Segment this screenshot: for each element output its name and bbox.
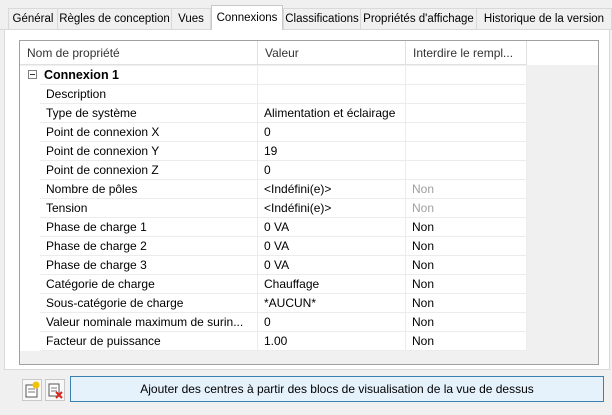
property-name: Phase de charge 3: [40, 256, 258, 275]
group-value-cell: [258, 66, 406, 85]
property-lock[interactable]: [406, 123, 527, 142]
property-lock[interactable]: Non: [406, 199, 527, 218]
property-name: Tension: [40, 199, 258, 218]
row-gutter: [20, 85, 40, 104]
group-gutter: [20, 66, 40, 85]
property-value[interactable]: Chauffage: [258, 275, 406, 294]
property-row[interactable]: Sous-catégorie de charge *AUCUN* Non: [20, 294, 527, 313]
property-row[interactable]: Catégorie de charge Chauffage Non: [20, 275, 527, 294]
property-lock[interactable]: Non: [406, 218, 527, 237]
tab-panel: Nom de propriété Valeur Interdire le rem…: [4, 30, 610, 370]
property-lock[interactable]: Non: [406, 237, 527, 256]
row-gutter: [20, 142, 40, 161]
property-value[interactable]: 0: [258, 313, 406, 332]
property-row[interactable]: Tension <Indéfini(e)> Non: [20, 199, 527, 218]
property-lock[interactable]: [406, 161, 527, 180]
add-connection-icon: [25, 381, 40, 398]
property-row[interactable]: Type de système Alimentation et éclairage: [20, 104, 527, 123]
property-value[interactable]: <Indéfini(e)>: [258, 199, 406, 218]
row-gutter: [20, 237, 40, 256]
property-name: Phase de charge 2: [40, 237, 258, 256]
tab-proprietes-affichage[interactable]: Propriétés d'affichage: [360, 8, 477, 29]
property-row[interactable]: Point de connexion Z0: [20, 161, 527, 180]
property-name: Description: [40, 85, 258, 104]
property-name: Catégorie de charge: [40, 275, 258, 294]
column-header-value[interactable]: Valeur: [258, 41, 406, 65]
add-centers-from-top-view-button[interactable]: Ajouter des centres à partir des blocs d…: [70, 376, 604, 402]
property-value[interactable]: 0: [258, 161, 406, 180]
property-name: Sous-catégorie de charge: [40, 294, 258, 313]
property-name: Type de système: [40, 104, 258, 123]
property-value[interactable]: <Indéfini(e)>: [258, 180, 406, 199]
property-value[interactable]: 0 VA: [258, 256, 406, 275]
tab-general[interactable]: Général: [8, 8, 58, 29]
group-row-connexion: Connexion 1: [20, 66, 527, 85]
property-row[interactable]: Nombre de pôles <Indéfini(e)> Non: [20, 180, 527, 199]
tab-vues[interactable]: Vues: [171, 8, 211, 29]
row-gutter: [20, 294, 40, 313]
property-name: Facteur de puissance: [40, 332, 258, 351]
row-gutter: [20, 332, 40, 351]
row-gutter: [20, 123, 40, 142]
property-value[interactable]: *AUCUN*: [258, 294, 406, 313]
row-gutter: [20, 199, 40, 218]
tab-regles-de-conception[interactable]: Règles de conception: [57, 8, 172, 29]
property-row[interactable]: Facteur de puissance 1.00 Non: [20, 332, 527, 351]
row-gutter: [20, 256, 40, 275]
property-row[interactable]: Point de connexion Y 19: [20, 142, 527, 161]
property-value[interactable]: 0 VA: [258, 218, 406, 237]
property-row[interactable]: Point de connexion X0: [20, 123, 527, 142]
property-lock[interactable]: [406, 85, 527, 104]
property-lock[interactable]: Non: [406, 256, 527, 275]
property-row[interactable]: Phase de charge 30 VA Non: [20, 256, 527, 275]
property-grid: Nom de propriété Valeur Interdire le rem…: [19, 40, 599, 365]
property-value[interactable]: 0 VA: [258, 237, 406, 256]
property-row[interactable]: Phase de charge 10 VA Non: [20, 218, 527, 237]
group-lock-cell: [406, 66, 527, 85]
add-connection-button[interactable]: [22, 379, 42, 401]
property-value[interactable]: 1.00: [258, 332, 406, 351]
property-value[interactable]: [258, 85, 406, 104]
grid-header-filler: [527, 41, 598, 65]
property-lock[interactable]: [406, 142, 527, 161]
property-lock[interactable]: Non: [406, 180, 527, 199]
row-gutter: [20, 313, 40, 332]
delete-connection-icon: [48, 383, 63, 399]
property-lock[interactable]: [406, 104, 527, 123]
property-row[interactable]: Phase de charge 20 VA Non: [20, 237, 527, 256]
tab-connexions[interactable]: Connexions: [211, 5, 283, 30]
property-lock[interactable]: Non: [406, 294, 527, 313]
row-gutter: [20, 218, 40, 237]
property-name: Point de connexion Y: [40, 142, 258, 161]
collapse-icon[interactable]: [28, 70, 37, 79]
delete-connection-button[interactable]: [45, 379, 65, 401]
property-name: Point de connexion Z: [40, 161, 258, 180]
column-header-lock[interactable]: Interdire le rempl...: [406, 41, 527, 65]
tab-strip: Général Règles de conception Vues Connex…: [0, 0, 612, 30]
property-name: Nombre de pôles: [40, 180, 258, 199]
property-lock[interactable]: Non: [406, 332, 527, 351]
property-lock[interactable]: Non: [406, 313, 527, 332]
property-row[interactable]: Description: [20, 85, 527, 104]
row-gutter: [20, 180, 40, 199]
property-lock[interactable]: Non: [406, 275, 527, 294]
tab-historique-version[interactable]: Historique de la version: [476, 8, 612, 29]
property-name: Point de connexion X: [40, 123, 258, 142]
property-name: Phase de charge 1: [40, 218, 258, 237]
row-gutter: [20, 161, 40, 180]
column-header-name[interactable]: Nom de propriété: [20, 41, 258, 65]
group-label[interactable]: Connexion 1: [40, 66, 258, 85]
property-value[interactable]: Alimentation et éclairage: [258, 104, 406, 123]
row-gutter: [20, 275, 40, 294]
property-row[interactable]: Valeur nominale maximum de surin... 0 Non: [20, 313, 527, 332]
property-name: Valeur nominale maximum de surin...: [40, 313, 258, 332]
property-value[interactable]: 19: [258, 142, 406, 161]
property-value[interactable]: 0: [258, 123, 406, 142]
row-gutter: [20, 104, 40, 123]
tab-classifications[interactable]: Classifications: [283, 8, 361, 29]
grid-header: Nom de propriété Valeur Interdire le rem…: [20, 41, 527, 65]
